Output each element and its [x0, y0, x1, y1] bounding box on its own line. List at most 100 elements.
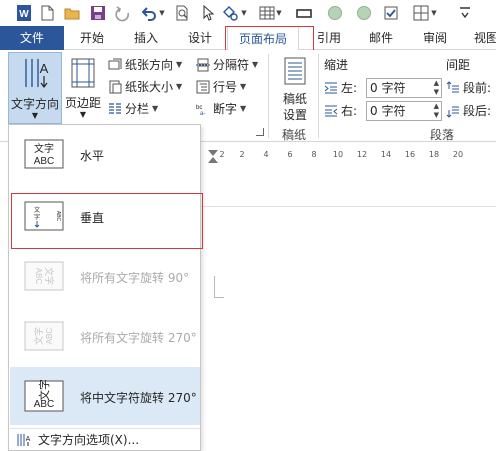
spin-arrows-icon[interactable]: ▲ ▼: [434, 79, 439, 97]
tab-design[interactable]: 设计: [178, 26, 222, 50]
indent-right-label-wrap: 右:: [324, 101, 357, 121]
line-numbers-label: 行号: [213, 80, 238, 94]
columns-label: 分栏: [125, 102, 150, 116]
spacing-before-label: 段前:: [463, 81, 492, 95]
svg-text:ABC: ABC: [34, 156, 55, 167]
draft-group-label: 稿纸: [282, 128, 307, 142]
group-separator: [268, 54, 269, 138]
tab-page-layout[interactable]: 页面布局: [227, 26, 299, 51]
text-direction-icon: A: [25, 59, 49, 88]
grid-dropdown-icon[interactable]: ▼: [429, 3, 439, 23]
chevron-down-icon: ▼: [240, 104, 247, 113]
vertical-text-icon: 文 字 ABC: [20, 199, 68, 233]
columns-icon: [109, 103, 121, 114]
svg-text:文字: 文字: [37, 380, 51, 401]
tab-view[interactable]: 视图: [466, 26, 496, 50]
tab-home[interactable]: 开始: [70, 26, 114, 50]
breaks-button[interactable]: 分隔符 ▼: [196, 55, 258, 75]
select-icon[interactable]: [198, 3, 218, 23]
undo-icon[interactable]: [138, 3, 158, 23]
draft-paper-label-line1: 稿纸: [282, 92, 307, 106]
menu-item-label: 将所有文字旋转 90°: [80, 271, 190, 285]
indent-left-input[interactable]: 0 字符 ▲ ▼: [366, 78, 442, 98]
quick-access-toolbar: W ▼ ▼ ▼ ▼: [0, 0, 496, 26]
ruler-indent-marker-bottom[interactable]: [208, 157, 218, 163]
spacing-after-icon: [446, 106, 459, 118]
chevron-down-icon: ▼: [176, 82, 183, 91]
rotate-90-icon: 文字 ABC: [20, 259, 68, 293]
indent-title: 缩进: [324, 58, 349, 72]
draft-paper-settings-button[interactable]: 稿纸 设置: [274, 52, 316, 124]
margins-button[interactable]: 页边距 ▼: [64, 52, 102, 124]
indent-right-icon: [325, 105, 338, 117]
spacing-before-icon: [446, 81, 459, 93]
menu-item-horizontal[interactable]: 文字 ABC 水平: [10, 127, 200, 181]
spacing-after-wrap: 段后:: [446, 101, 491, 121]
spin-arrows-icon[interactable]: ▲ ▼: [434, 102, 439, 120]
redo-icon[interactable]: [113, 3, 133, 23]
indent-left-icon: [324, 82, 337, 94]
columns-button[interactable]: 分栏 ▼: [108, 99, 158, 119]
shapes-dropdown-icon[interactable]: ▼: [239, 3, 249, 23]
ruler-tick: 18: [428, 150, 440, 159]
draft-paper-icon: [284, 57, 306, 85]
ruler-tick: 14: [380, 150, 392, 159]
tab-review[interactable]: 审阅: [414, 26, 456, 50]
ruler-tick: 12: [356, 150, 368, 159]
orientation-icon: [108, 58, 122, 70]
svg-text:ABC: ABC: [34, 268, 43, 285]
circle-icon[interactable]: [325, 3, 345, 23]
grid-icon[interactable]: [411, 3, 431, 23]
chevron-down-icon: ▼: [252, 60, 259, 69]
checkbox-icon[interactable]: [381, 3, 401, 23]
print-preview-icon[interactable]: [172, 3, 192, 23]
open-folder-icon[interactable]: [62, 3, 82, 23]
save-icon[interactable]: [88, 3, 108, 23]
ribbon-tabs: 文件 开始 插入 设计 页面布局 引用 邮件 审阅 视图: [0, 26, 496, 51]
shapes-icon[interactable]: [220, 3, 240, 23]
text-direction-options-icon: A: [17, 433, 31, 446]
more-icon[interactable]: [455, 3, 475, 23]
tab-file[interactable]: 文件: [0, 26, 64, 50]
chevron-down-icon: ▼: [79, 110, 87, 119]
text-direction-label: 文字方向: [10, 97, 59, 111]
text-direction-options-link[interactable]: A 文字方向选项(X)...: [10, 428, 200, 450]
line-numbers-button[interactable]: 1 行号 ▼: [196, 77, 246, 97]
indent-right-input[interactable]: 0 字符 ▲ ▼: [366, 101, 442, 121]
ruler-indent-marker[interactable]: [208, 150, 218, 156]
hyphenation-button[interactable]: bc a- 断字 ▼: [196, 99, 246, 119]
breaks-icon: [196, 58, 210, 72]
ruler-tick: 6: [287, 150, 293, 159]
orientation-button[interactable]: 纸张方向 ▼: [108, 55, 182, 75]
text-direction-button[interactable]: A 文字方向 ▼: [8, 52, 62, 124]
hyphenation-label: 断字: [213, 102, 238, 116]
tab-references[interactable]: 引用: [308, 26, 350, 50]
new-doc-icon[interactable]: [37, 3, 57, 23]
text-direction-options-label: 文字方向选项(X)...: [38, 433, 140, 447]
tab-mailings[interactable]: 邮件: [360, 26, 402, 50]
spacing-after-label: 段后:: [463, 104, 492, 118]
paragraph-group-label: 段落: [430, 128, 455, 142]
menu-item-rotate-chinese-270[interactable]: 文字 ABC 将中文字符旋转 270°: [10, 367, 200, 425]
tab-insert[interactable]: 插入: [124, 26, 168, 50]
circle-icon[interactable]: [354, 3, 374, 23]
breaks-label: 分隔符: [213, 58, 250, 72]
undo-dropdown-icon[interactable]: ▼: [157, 3, 167, 23]
svg-text:A: A: [26, 436, 31, 443]
table-dropdown-icon[interactable]: ▼: [274, 3, 284, 23]
size-button[interactable]: 纸张大小 ▼: [108, 77, 182, 97]
minimize-icon[interactable]: [294, 3, 314, 23]
svg-text:A: A: [40, 61, 49, 76]
chevron-down-icon: ▼: [31, 111, 39, 120]
svg-text:ABC: ABC: [45, 328, 54, 345]
spacing-title: 间距: [446, 58, 471, 72]
page-setup-dialog-launcher[interactable]: [256, 128, 264, 136]
page-edge: [200, 206, 496, 207]
indent-right-value: 0 字符: [370, 104, 406, 118]
menu-item-vertical[interactable]: 文 字 ABC 垂直: [10, 189, 200, 243]
svg-text:ABC: ABC: [55, 211, 61, 222]
indent-left-value: 0 字符: [370, 81, 406, 95]
ruler-tick: 2: [219, 150, 225, 159]
svg-text:ABC: ABC: [34, 399, 55, 410]
ruler-tick: 4: [263, 150, 269, 159]
